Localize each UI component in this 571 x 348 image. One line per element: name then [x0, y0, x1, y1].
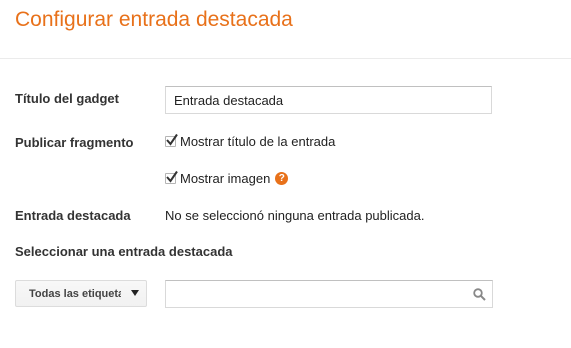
show-title-option[interactable]: Mostrar título de la entrada [165, 133, 336, 149]
select-featured-heading: Seleccionar una entrada destacada [15, 244, 233, 259]
publish-snippet-label: Publicar fragmento [15, 135, 134, 150]
help-icon[interactable]: ? [275, 172, 289, 185]
featured-post-label: Entrada destacada [15, 208, 131, 223]
show-title-checkbox[interactable] [165, 133, 178, 147]
page-title: Configurar entrada destacada [15, 8, 293, 31]
show-title-label: Mostrar título de la entrada [180, 134, 336, 149]
configure-featured-post-dialog: Configurar entrada destacada Título del … [0, 0, 571, 348]
checkmark-icon [166, 170, 178, 183]
labels-dropdown[interactable]: Todas las etiquetas [15, 280, 147, 307]
show-image-label: Mostrar imagen [180, 171, 271, 186]
post-search-input[interactable] [172, 282, 466, 308]
labels-dropdown-value: Todas las etiquetas [29, 287, 121, 300]
show-image-option[interactable]: Mostrar imagen ? [165, 170, 289, 186]
header-divider [0, 58, 571, 59]
gadget-title-label: Título del gadget [15, 91, 119, 106]
featured-post-status: No se seleccionó ninguna entrada publica… [165, 208, 425, 223]
gadget-title-input[interactable] [165, 86, 492, 114]
show-image-checkbox[interactable] [165, 170, 178, 184]
post-search-box[interactable] [165, 280, 493, 308]
dropdown-arrow-icon [131, 290, 139, 296]
checkmark-icon [166, 133, 178, 146]
search-icon[interactable] [473, 288, 486, 306]
